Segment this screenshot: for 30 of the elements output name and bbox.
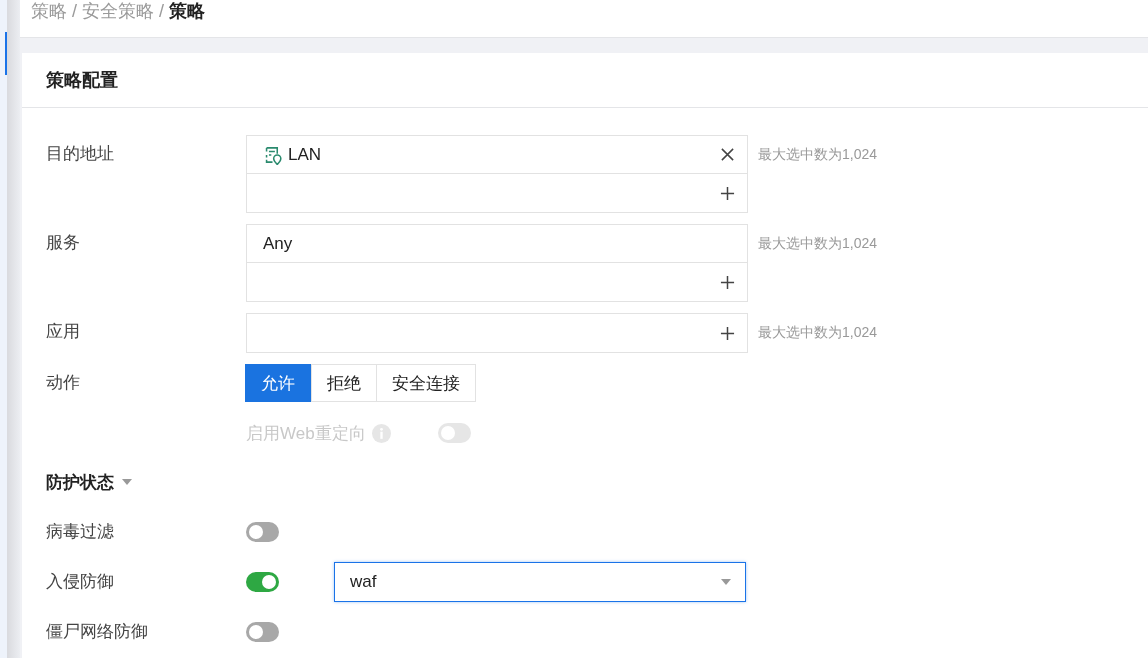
field-label: 病毒过滤 [46, 521, 115, 543]
address-icon [263, 144, 282, 165]
plus-icon[interactable] [720, 325, 735, 341]
breadcrumb-item: 策略 [169, 0, 206, 22]
field-label: 应用 [46, 321, 81, 343]
active-indicator [5, 32, 7, 75]
toggle-switch[interactable] [246, 622, 279, 642]
segment-button[interactable]: 允许 [245, 364, 312, 402]
section-title: 防护状态 [46, 471, 114, 494]
field-label: 服务 [46, 232, 81, 254]
hint-text: 最大选中数为1,024 [758, 145, 878, 164]
toggle-switch[interactable] [246, 522, 279, 542]
field-label: 动作 [46, 372, 81, 394]
plus-icon[interactable] [720, 274, 735, 290]
card-title: 策略配置 [46, 69, 118, 92]
caret-icon[interactable] [122, 479, 132, 485]
caret-icon [721, 579, 731, 585]
hint-text: 最大选中数为1,024 [758, 323, 878, 342]
segment-button[interactable]: 拒绝 [311, 364, 377, 402]
profile-select[interactable]: waf [334, 562, 746, 602]
field-label: 目的地址 [46, 143, 115, 165]
segment-button[interactable]: 安全连接 [376, 364, 476, 402]
toggle-switch[interactable] [246, 572, 279, 592]
hint-text: 最大选中数为1,024 [758, 234, 878, 253]
close-icon[interactable] [720, 147, 735, 162]
breadcrumb-separator: / [159, 0, 165, 22]
field-label: 入侵防御 [46, 571, 115, 593]
breadcrumb-separator: / [72, 0, 77, 22]
plus-icon[interactable] [720, 185, 735, 201]
field-label: 僵尸网络防御 [46, 621, 149, 643]
